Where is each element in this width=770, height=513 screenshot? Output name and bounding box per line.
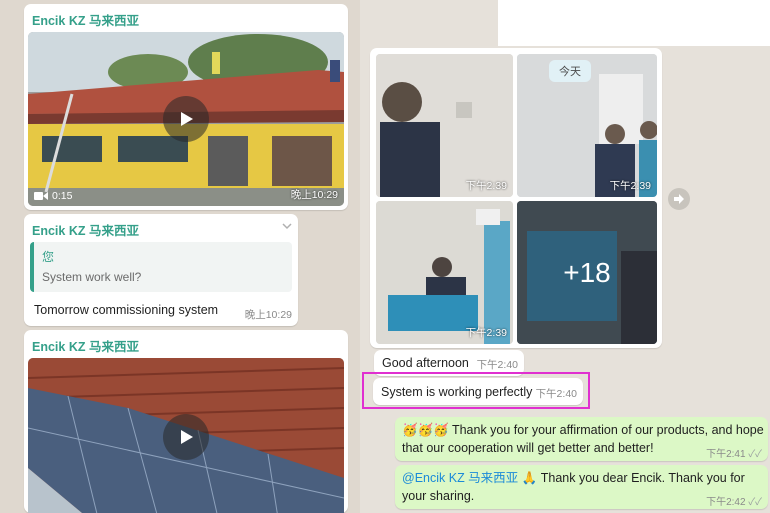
forward-icon	[674, 194, 684, 204]
photo-time: 下午2:39	[465, 327, 507, 339]
message-time: 晚上10:29	[290, 189, 338, 201]
video-camera-icon	[34, 192, 48, 200]
play-button[interactable]	[163, 414, 209, 460]
reply-message-bubble[interactable]: Encik KZ 马来西亚 您 System work well? Tomorr…	[24, 214, 298, 326]
photo-thumbnail-more[interactable]: +18	[517, 201, 657, 344]
message-meta: 下午2:42 ✓✓	[706, 493, 762, 508]
video-message-bubble-2[interactable]: Encik KZ 马来西亚	[24, 330, 348, 513]
double-check-icon: ✓✓	[748, 449, 762, 460]
photo-thumbnail-2[interactable]: 今天 下午2:39	[517, 54, 657, 197]
video-thumbnail-solar-roof[interactable]	[28, 358, 344, 513]
more-photos-count[interactable]: +18	[517, 201, 657, 344]
top-strip	[498, 0, 770, 46]
forward-button[interactable]	[668, 188, 690, 210]
play-button[interactable]	[163, 96, 209, 142]
quoted-text: System work well?	[42, 270, 142, 284]
message-time: 下午2:42	[706, 497, 746, 508]
video-duration: 0:15	[34, 190, 72, 202]
photo-grid-bubble[interactable]: 下午2:39 今天 下午2:39 下午2:39 +18	[370, 48, 662, 348]
play-icon	[181, 430, 193, 444]
sender-name[interactable]: Encik KZ 马来西亚	[32, 10, 139, 29]
photo-time: 下午2:39	[609, 180, 651, 192]
photo-thumbnail-3[interactable]: 下午2:39	[376, 201, 513, 344]
message-time: 晚上10:29	[244, 309, 292, 321]
chevron-down-icon[interactable]	[282, 222, 292, 230]
quoted-author: 您	[42, 250, 55, 264]
message-meta: 下午2:41 ✓✓	[706, 445, 762, 460]
video-message-bubble[interactable]: Encik KZ 马来西亚 0:15 晚上10:29	[24, 4, 348, 210]
message-text: System is working perfectly	[381, 385, 533, 399]
worker-inverter-image	[376, 201, 513, 344]
video-thumbnail-school[interactable]: 0:15 晚上10:29	[28, 32, 344, 206]
incoming-message-2[interactable]: System is working perfectly 下午2:40	[373, 378, 583, 405]
message-time: 下午2:40	[535, 388, 577, 400]
message-text: Good afternoon	[382, 356, 469, 370]
message-time: 下午2:41	[706, 449, 746, 460]
outgoing-message-2[interactable]: @Encik KZ 马来西亚 🙏 Thank you dear Encik. T…	[395, 465, 768, 509]
message-time: 下午2:40	[476, 359, 518, 371]
party-emoji: 🥳🥳🥳	[402, 423, 449, 437]
pray-emoji: 🙏	[521, 471, 538, 485]
double-check-icon: ✓✓	[748, 497, 762, 508]
quoted-message[interactable]: 您 System work well?	[30, 242, 292, 292]
message-text: Tomorrow commissioning system	[34, 303, 219, 317]
sender-name[interactable]: Encik KZ 马来西亚	[32, 220, 139, 239]
play-icon	[181, 112, 193, 126]
photo-time: 下午2:39	[465, 180, 507, 192]
worker-switch-image	[376, 54, 513, 197]
date-badge: 今天	[549, 60, 591, 82]
outgoing-message-1[interactable]: 🥳🥳🥳 Thank you for your affirmation of ou…	[395, 417, 768, 461]
mention-link[interactable]: @Encik KZ 马来西亚	[402, 471, 518, 485]
photo-thumbnail-1[interactable]: 下午2:39	[376, 54, 513, 197]
duration-label: 0:15	[52, 190, 73, 202]
sender-name[interactable]: Encik KZ 马来西亚	[32, 336, 139, 355]
